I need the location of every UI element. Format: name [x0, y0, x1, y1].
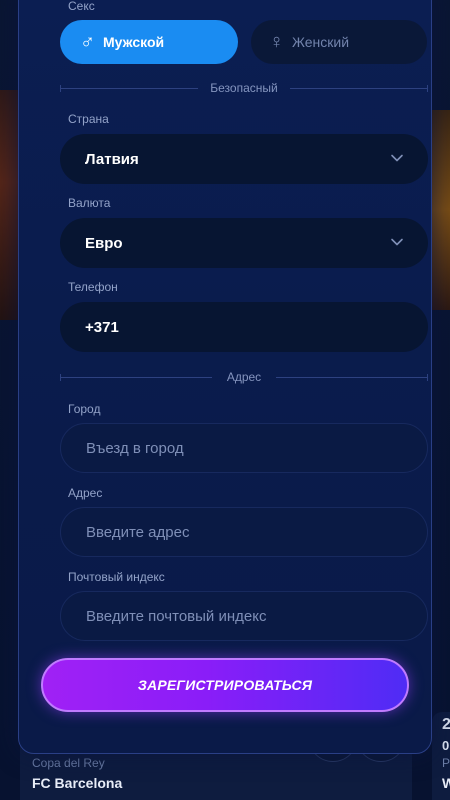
address-input[interactable]: Введите адрес: [60, 507, 428, 557]
currency-label: Валюта: [68, 196, 111, 210]
match-score: 2: [442, 716, 450, 733]
phone-label: Телефон: [68, 280, 118, 294]
postal-label: Почтовый индекс: [68, 570, 165, 584]
gender-female-button[interactable]: ♀ Женский: [251, 20, 427, 64]
country-value: Латвия: [85, 150, 139, 168]
register-button[interactable]: ЗАРЕГИСТРИРОВАТЬСЯ: [41, 658, 409, 712]
address-placeholder: Введите адрес: [86, 523, 190, 541]
currency-value: Евро: [85, 234, 123, 252]
city-placeholder: Въезд в город: [86, 439, 184, 457]
section-divider-security: Безопасный: [60, 81, 428, 95]
section-divider-address: Адрес: [60, 370, 428, 384]
phone-input[interactable]: +371: [60, 302, 428, 352]
male-icon: ♂: [80, 31, 95, 53]
background-banner-left: [0, 90, 18, 320]
chevron-down-icon: [391, 238, 403, 246]
match-card[interactable]: 2 0 P W: [432, 712, 450, 800]
registration-modal: Секс ♂ Мужской ♀ Женский Безопасный Стра…: [18, 0, 432, 754]
match-team: W: [442, 775, 450, 791]
city-input[interactable]: Въезд в город: [60, 423, 428, 473]
sex-label: Секс: [68, 0, 95, 13]
gender-female-label: Женский: [292, 34, 350, 50]
postal-placeholder: Введите почтовый индекс: [86, 607, 267, 625]
currency-select[interactable]: Евро: [60, 218, 428, 268]
address-label: Адрес: [68, 486, 103, 500]
female-icon: ♀: [269, 31, 284, 53]
gender-male-label: Мужской: [103, 34, 165, 50]
match-league: Copa del Rey: [32, 756, 105, 770]
gender-male-button[interactable]: ♂ Мужской: [60, 20, 238, 64]
city-label: Город: [68, 402, 101, 416]
match-league: P: [442, 756, 450, 770]
country-select[interactable]: Латвия: [60, 134, 428, 184]
phone-value: +371: [85, 318, 119, 336]
chevron-down-icon: [391, 154, 403, 162]
background-banner-right: [432, 110, 450, 310]
postal-input[interactable]: Введите почтовый индекс: [60, 591, 428, 641]
match-team: FC Barcelona: [32, 775, 123, 791]
country-label: Страна: [68, 112, 109, 126]
match-score-sub: 0: [442, 738, 450, 753]
